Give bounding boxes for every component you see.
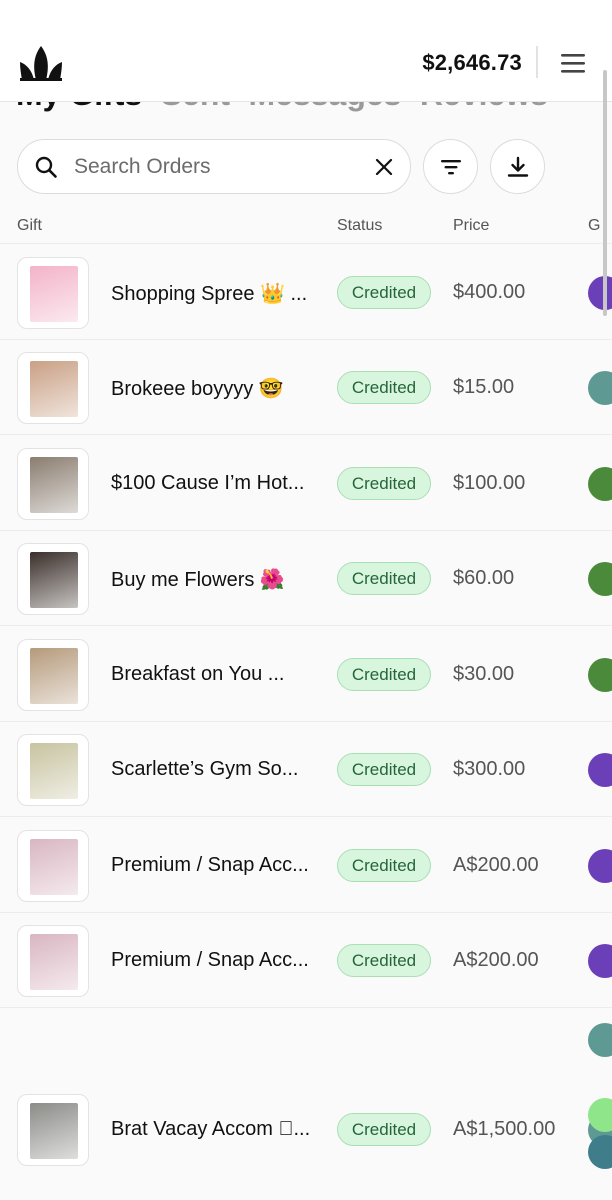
gift-name[interactable]: Premium / Snap Acc... xyxy=(111,949,317,972)
gift-price: $15.00 xyxy=(453,376,515,398)
status-badge: Credited xyxy=(337,753,431,786)
gift-thumbnail[interactable] xyxy=(17,543,89,615)
status-badge: Credited xyxy=(337,276,431,309)
gift-price: $60.00 xyxy=(453,567,515,589)
gift-name[interactable]: $100 Cause I’m Hot... xyxy=(111,472,317,495)
row-avatar[interactable] xyxy=(588,371,612,405)
table-row[interactable]: Breakfast on You ... Credited $30.00 xyxy=(0,625,612,721)
gift-thumbnail[interactable] xyxy=(17,257,89,329)
gift-image xyxy=(30,266,78,322)
search-icon xyxy=(35,156,57,178)
gift-thumbnail[interactable] xyxy=(17,830,89,902)
download-icon xyxy=(507,156,529,177)
gift-image xyxy=(30,648,78,704)
gift-name[interactable]: Brat Vacay Accom 🏼... xyxy=(111,1118,317,1141)
header-divider xyxy=(536,46,538,78)
gift-name[interactable]: Buy me Flowers 🌺 xyxy=(111,567,317,592)
table-row[interactable]: $100 Cause I’m Hot... Credited $100.00 xyxy=(0,434,612,530)
gift-name[interactable]: Shopping Spree 👑 ... xyxy=(111,281,317,306)
row-avatar[interactable] xyxy=(588,467,612,501)
search-bar xyxy=(17,139,411,194)
close-icon[interactable] xyxy=(374,157,394,177)
gift-image xyxy=(30,457,78,513)
gift-price: $400.00 xyxy=(453,281,526,303)
gift-thumbnail[interactable] xyxy=(17,925,89,997)
status-badge: Credited xyxy=(337,562,431,595)
gift-image xyxy=(30,839,78,895)
status-badge: Credited xyxy=(337,371,431,404)
gift-thumbnail[interactable] xyxy=(17,448,89,520)
row-avatar[interactable] xyxy=(588,276,612,310)
column-header-price: Price xyxy=(453,217,490,234)
column-header-status: Status xyxy=(337,217,383,234)
row-avatar[interactable] xyxy=(588,944,612,978)
crown-flame-logo-icon[interactable] xyxy=(18,44,64,82)
status-badge: Credited xyxy=(337,849,431,882)
filter-icon xyxy=(441,160,461,175)
status-badge: Credited xyxy=(337,467,431,500)
status-badge: Credited xyxy=(337,658,431,691)
table-row[interactable]: Shopping Spree 👑 ... Credited $400.00 xyxy=(0,243,612,339)
gift-price: $30.00 xyxy=(453,663,515,685)
search-input[interactable] xyxy=(74,152,354,182)
scrollbar[interactable] xyxy=(603,70,607,316)
table-row[interactable]: Scarlette’s Gym So... Credited $300.00 xyxy=(0,721,612,816)
wallet-balance: $2,646.73 xyxy=(422,50,522,75)
gift-thumbnail[interactable] xyxy=(17,352,89,424)
gift-price: A$200.00 xyxy=(453,854,539,876)
gift-name[interactable]: Premium / Snap Acc... xyxy=(111,854,317,877)
gift-name[interactable]: Breakfast on You ... xyxy=(111,663,317,686)
table-row[interactable]: Brat Vacay Accom 🏼... Credited A$1,500.00 xyxy=(0,1007,612,1200)
gift-price: $300.00 xyxy=(453,758,526,780)
gift-name[interactable]: Brokeee boyyyy 🤓 xyxy=(111,376,317,401)
top-bar: $2,646.73 xyxy=(0,0,612,102)
gift-price: A$1,500.00 xyxy=(453,1118,556,1140)
table-row[interactable]: Brokeee boyyyy 🤓 Credited $15.00 xyxy=(0,339,612,434)
row-avatar[interactable] xyxy=(588,849,612,883)
gift-image xyxy=(30,743,78,799)
gift-image xyxy=(30,934,78,990)
table-row[interactable]: Buy me Flowers 🌺 Credited $60.00 xyxy=(0,530,612,625)
table-row[interactable]: Premium / Snap Acc... Credited A$200.00 xyxy=(0,912,612,1007)
gift-image xyxy=(30,361,78,417)
gift-price: $100.00 xyxy=(453,472,526,494)
gift-price: A$200.00 xyxy=(453,949,539,971)
status-badge: Credited xyxy=(337,944,431,977)
row-avatar[interactable] xyxy=(588,562,612,596)
gift-thumbnail[interactable] xyxy=(17,639,89,711)
gift-thumbnail[interactable] xyxy=(17,1094,89,1166)
column-header-extra: G xyxy=(588,217,601,234)
gift-image xyxy=(30,552,78,608)
gift-name[interactable]: Scarlette’s Gym So... xyxy=(111,758,317,781)
hamburger-menu-icon[interactable] xyxy=(561,52,585,74)
table-row[interactable]: Premium / Snap Acc... Credited A$200.00 xyxy=(0,816,612,912)
filter-button[interactable] xyxy=(423,139,478,194)
column-header-gift: Gift xyxy=(17,217,42,234)
gift-image xyxy=(30,1103,78,1159)
row-avatar[interactable] xyxy=(588,658,612,692)
gift-thumbnail[interactable] xyxy=(17,734,89,806)
status-badge: Credited xyxy=(337,1113,431,1146)
download-button[interactable] xyxy=(490,139,545,194)
row-avatar[interactable] xyxy=(588,753,612,787)
